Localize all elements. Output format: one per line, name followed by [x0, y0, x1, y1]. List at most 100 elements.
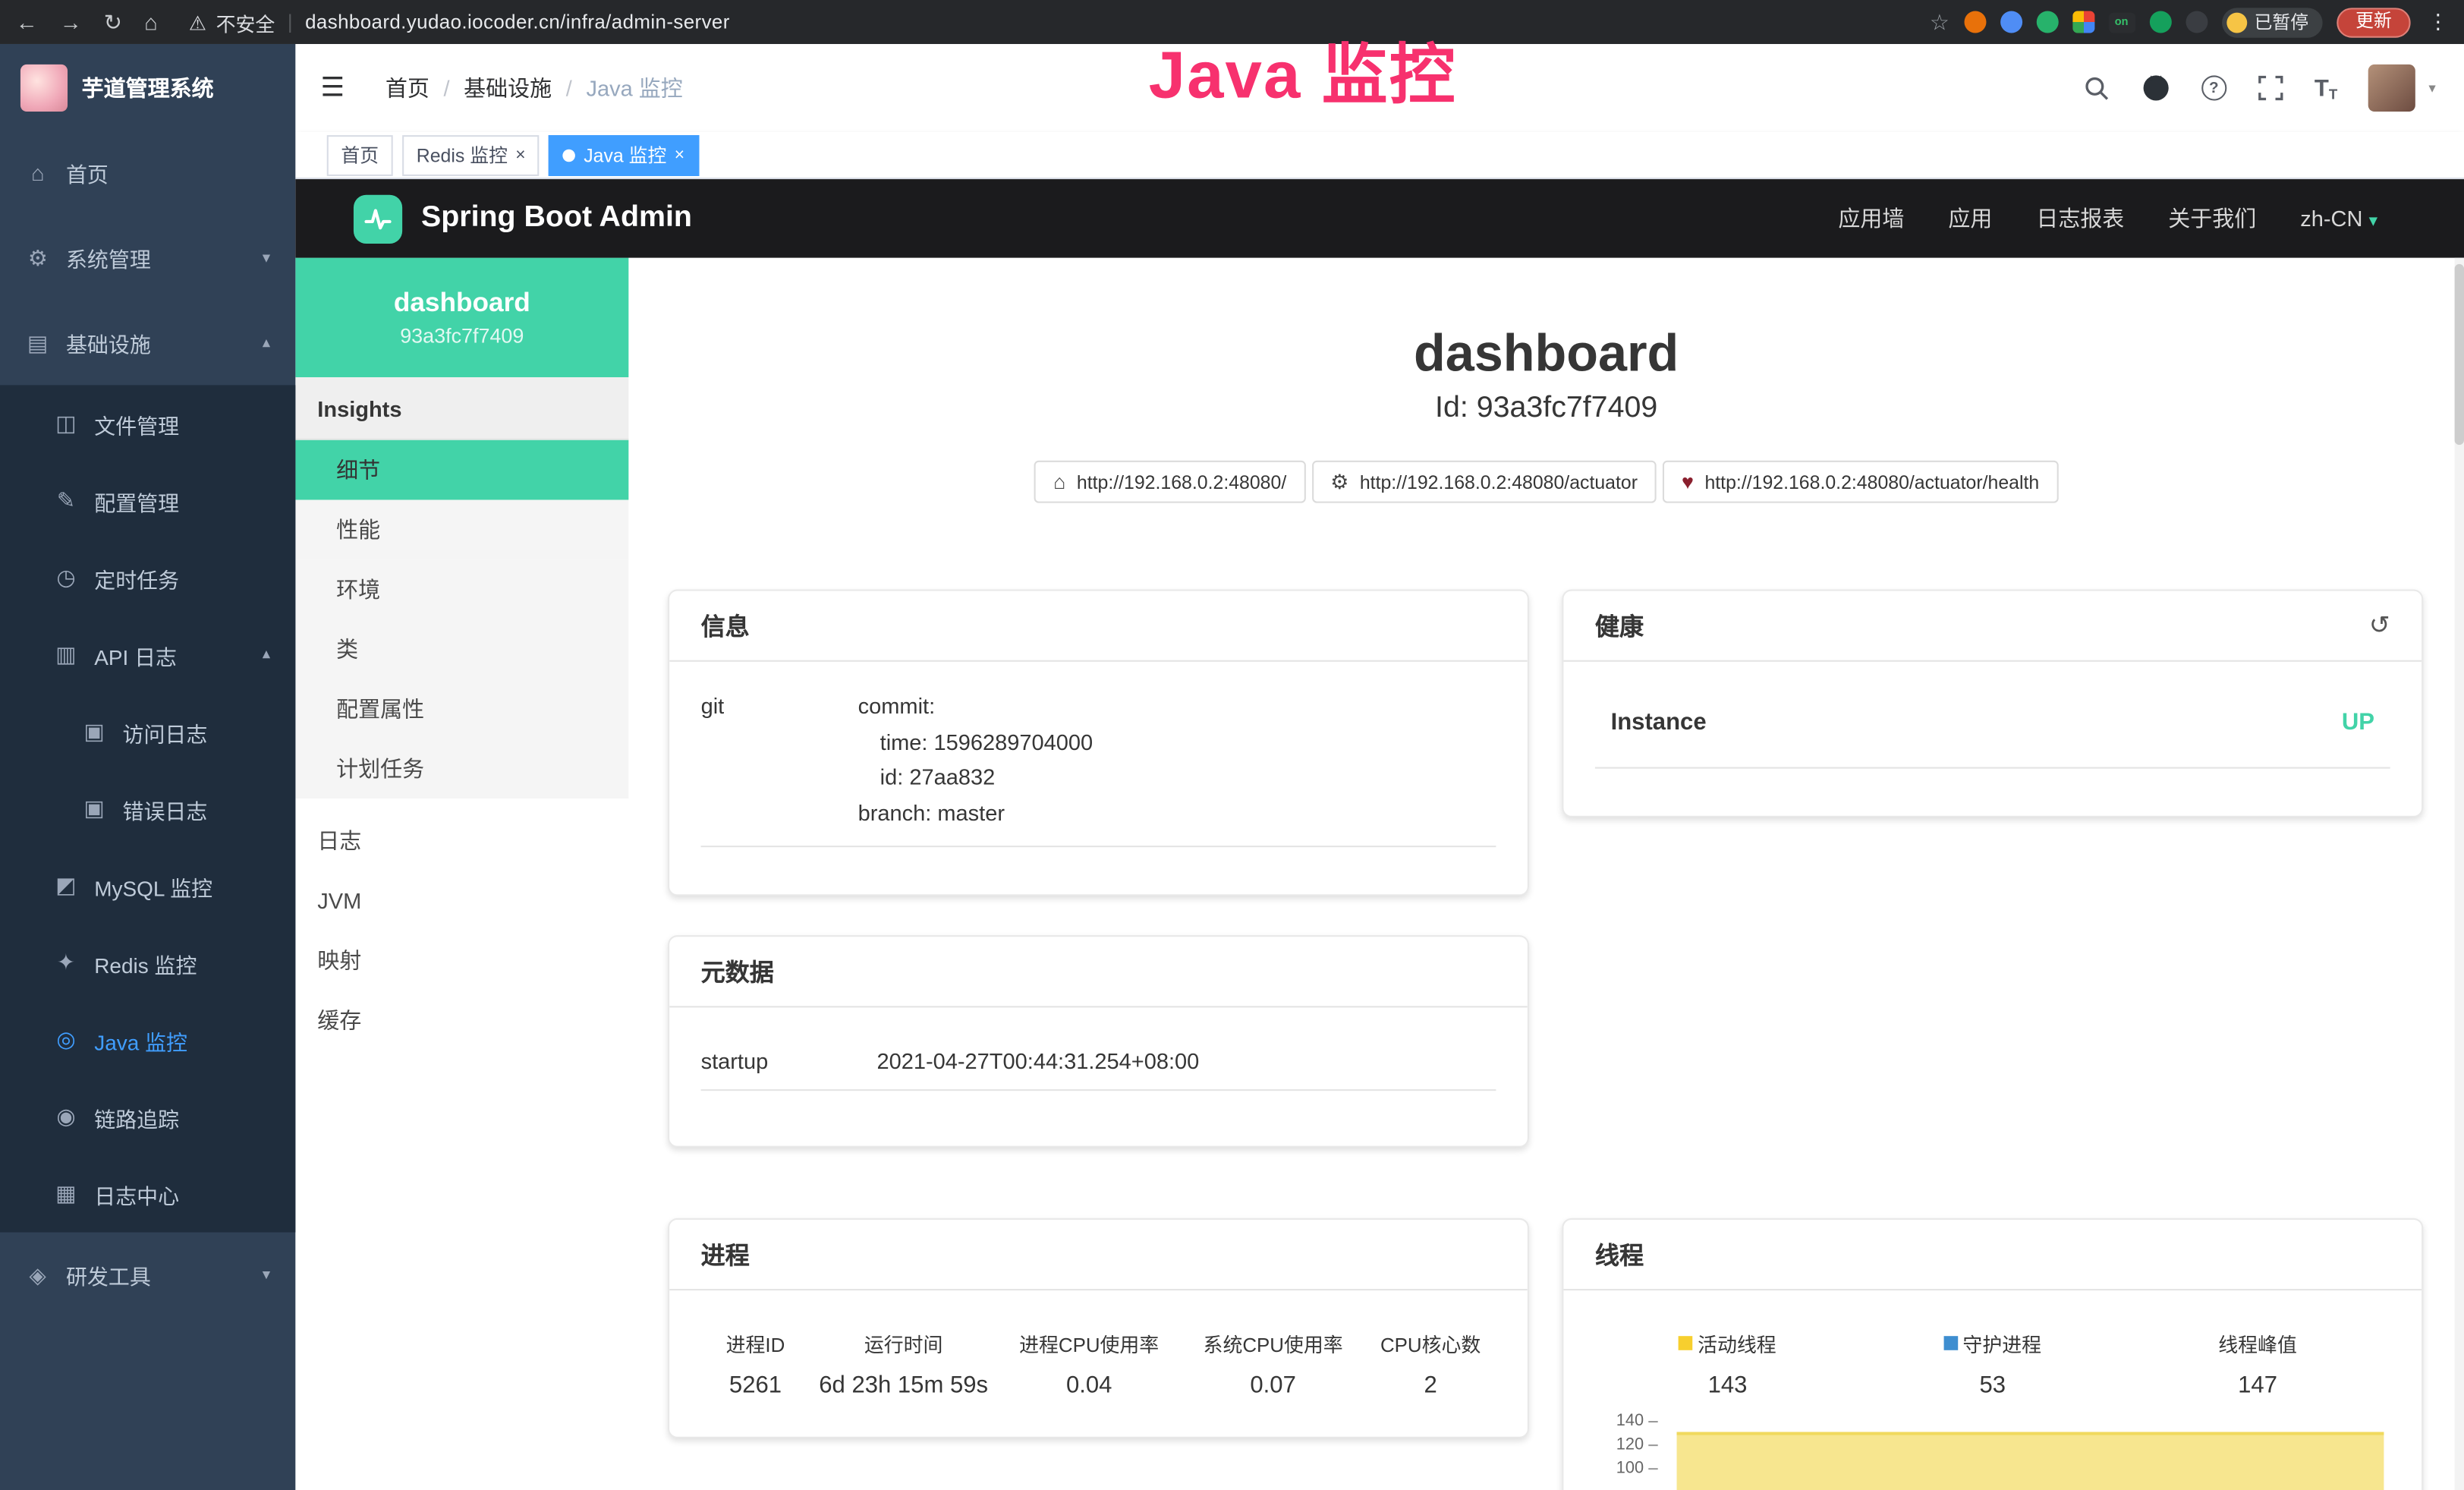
sba-item-config-props[interactable]: 配置属性 [295, 679, 628, 739]
avatar-caret-icon[interactable]: ▾ [2428, 80, 2435, 97]
process-table: 进程ID 5261 运行时间 6d 23h 15m 59s 进程CPU使用率 0… [701, 1290, 1496, 1399]
extension-icon-4[interactable] [2072, 11, 2094, 33]
scrollbar-thumb[interactable] [2455, 264, 2464, 445]
timer-icon: ◷ [53, 564, 78, 591]
health-card-title: 健康 [1595, 608, 1644, 643]
extension-icon-7[interactable] [2185, 11, 2207, 33]
sidebar-item-access-logs[interactable]: ▣ 访问日志 [0, 693, 295, 770]
app-title: 芋道管理系统 [82, 71, 214, 102]
instance-header[interactable]: dashboard 93a3fc7f7409 [295, 258, 628, 377]
back-icon[interactable]: ← [16, 9, 38, 34]
sba-locale-select[interactable]: zh-CN▾ [2300, 206, 2377, 231]
bookmark-star-icon[interactable]: ☆ [1930, 8, 1949, 35]
sidebar-item-home[interactable]: ⌂ 首页 [0, 131, 295, 216]
sidebar-item-system-mgmt[interactable]: ⚙ 系统管理 ▾ [0, 216, 295, 301]
sba-item-jvm[interactable]: JVM [295, 871, 628, 931]
tab-home[interactable]: 首页 [327, 134, 393, 175]
reload-icon[interactable]: ↻ [104, 8, 122, 35]
url-divider: | [288, 11, 293, 33]
tab-label: 首页 [341, 141, 379, 168]
browser-menu-icon[interactable]: ⋮ [2428, 9, 2448, 34]
hamburger-icon[interactable]: ☰ [320, 72, 345, 103]
sba-item-performance[interactable]: 性能 [295, 500, 628, 560]
breadcrumb-infrastructure[interactable]: 基础设施 [464, 72, 552, 103]
close-icon[interactable]: × [515, 146, 525, 165]
extension-icon-6[interactable] [2149, 11, 2171, 33]
link-home-url[interactable]: ⌂ http://192.168.0.2:48080/ [1034, 461, 1305, 503]
metadata-card-body: startup 2021-04-27T00:44:31.254+08:00 [669, 1048, 1528, 1091]
sidebar-item-label: API 日志 [94, 639, 177, 670]
process-card-body: 进程ID 5261 运行时间 6d 23h 15m 59s 进程CPU使用率 0… [669, 1290, 1528, 1399]
font-size-icon[interactable]: TT [2315, 74, 2337, 101]
sidebar-item-label: MySQL 监控 [94, 870, 212, 901]
screenshot-viewport: ← → ↻ ⌂ ⚠ 不安全 | dashboard.yudao.iocoder.… [0, 0, 2464, 1490]
sba-nav-journal[interactable]: 日志报表 [2036, 203, 2124, 234]
forward-icon[interactable]: → [60, 9, 82, 34]
sidebar-item-redis-monitor[interactable]: ✦ Redis 监控 [0, 925, 295, 1001]
chrome-update-button[interactable]: 更新 [2337, 7, 2410, 36]
sba-sidebar-gap [295, 799, 628, 811]
process-col-cores: CPU核心数 2 [1365, 1328, 1496, 1399]
address-bar[interactable]: dashboard.yudao.iocoder.cn/infra/admin-s… [305, 11, 730, 33]
close-icon[interactable]: × [675, 146, 684, 165]
log-center-icon: ▦ [53, 1180, 78, 1207]
tab-redis-monitor[interactable]: Redis 监控 × [402, 134, 540, 175]
tags-view-bar: 首页 Redis 监控 × Java 监控 × [295, 132, 2464, 179]
sba-nav-about[interactable]: 关于我们 [2168, 203, 2256, 234]
legend-yellow-swatch-icon [1679, 1336, 1693, 1350]
extension-icon-1[interactable] [1963, 11, 1985, 33]
spring-boot-admin-logo-icon[interactable] [354, 194, 402, 243]
redis-icon: ✦ [53, 950, 78, 976]
sidebar-item-tracing[interactable]: ◉ 链路追踪 [0, 1079, 295, 1155]
sidebar-item-file-management[interactable]: ◫ 文件管理 [0, 385, 295, 461]
wrench-icon: ⚙ [1330, 469, 1348, 494]
sba-item-details[interactable]: 细节 [295, 440, 628, 500]
tab-label: Java 监控 [584, 141, 666, 168]
link-label: http://192.168.0.2:48080/actuator [1360, 471, 1638, 493]
health-instance-row[interactable]: Instance UP [1595, 709, 2390, 769]
sba-item-environment[interactable]: 环境 [295, 559, 628, 619]
history-icon[interactable]: ↺ [2369, 610, 2390, 641]
fullscreen-icon[interactable] [2258, 75, 2283, 100]
sidebar-item-java-monitor[interactable]: ◎ Java 监控 [0, 1001, 295, 1078]
breadcrumb-separator: / [566, 75, 572, 100]
extension-icon-2[interactable] [2000, 11, 2022, 33]
link-actuator-url[interactable]: ⚙ http://192.168.0.2:48080/actuator [1311, 461, 1656, 503]
sidebar-item-mysql-monitor[interactable]: ◩ MySQL 监控 [0, 847, 295, 924]
sba-item-logfile[interactable]: 日志 [295, 811, 628, 871]
instance-name: dashboard [394, 288, 530, 319]
sidebar-item-scheduled-jobs[interactable]: ◷ 定时任务 [0, 539, 295, 616]
sidebar-item-dev-tools[interactable]: ◈ 研发工具 ▾ [0, 1233, 295, 1318]
sidebar-item-label: Java 监控 [94, 1024, 187, 1055]
sidebar-item-api-logs[interactable]: ▥ API 日志 ▴ [0, 616, 295, 693]
y-axis-tick: 140 [1604, 1413, 1657, 1431]
search-icon[interactable] [2083, 74, 2110, 101]
sba-item-caches[interactable]: 缓存 [295, 991, 628, 1051]
sidebar-item-error-logs[interactable]: ▣ 错误日志 [0, 770, 295, 847]
sba-nav-applications[interactable]: 应用 [1948, 203, 1992, 234]
threads-card: 线程 活动线程 143 守护进程 53 线 [1562, 1218, 2423, 1490]
metadata-card-title: 元数据 [669, 937, 1528, 1007]
user-avatar[interactable] [2369, 65, 2416, 112]
link-health-url[interactable]: ♥ http://192.168.0.2:48080/actuator/heal… [1663, 461, 2058, 503]
extension-icon-on[interactable]: on [2108, 12, 2135, 33]
extension-icon-3[interactable] [2036, 11, 2058, 33]
breadcrumb-home[interactable]: 首页 [385, 72, 430, 103]
sidebar-item-label: 配置管理 [94, 485, 179, 516]
tab-java-monitor[interactable]: Java 监控 × [549, 134, 699, 175]
sidebar-item-infrastructure[interactable]: ▤ 基础设施 ▴ [0, 301, 295, 386]
sba-item-mappings[interactable]: 映射 [295, 931, 628, 991]
sba-item-classes[interactable]: 类 [295, 619, 628, 679]
sba-brand-title[interactable]: Spring Boot Admin [421, 201, 692, 236]
github-icon[interactable] [2141, 74, 2170, 102]
help-icon[interactable]: ? [2201, 75, 2226, 100]
sba-nav-wallboard[interactable]: 应用墙 [1838, 203, 1904, 234]
browser-home-icon[interactable]: ⌂ [144, 9, 158, 34]
legend-daemon-threads: 守护进程 53 [1860, 1328, 2125, 1399]
sba-item-scheduled-tasks[interactable]: 计划任务 [295, 739, 628, 799]
sidebar-item-log-center[interactable]: ▦ 日志中心 [0, 1155, 295, 1232]
security-chip[interactable]: ⚠ 不安全 [189, 7, 275, 36]
process-col-sys-cpu: 系统CPU使用率 0.07 [1181, 1328, 1364, 1399]
profile-paused-chip[interactable]: 已暂停 [2221, 7, 2323, 36]
sidebar-item-config-management[interactable]: ✎ 配置管理 [0, 462, 295, 539]
